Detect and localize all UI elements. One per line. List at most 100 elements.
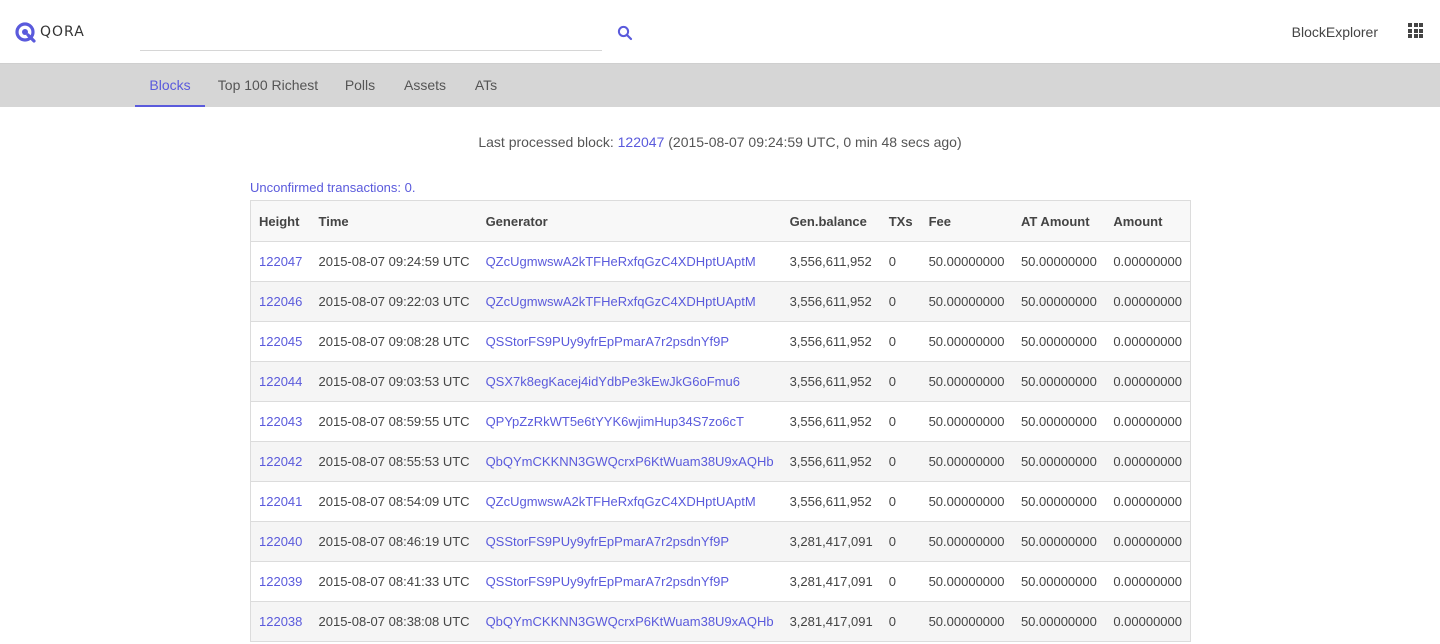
cell-gen-balance: 3,556,611,952 [781, 281, 881, 322]
cell-fee: 50.00000000 [920, 361, 1013, 402]
cell-height: 122038 [249, 601, 311, 642]
last-block-link[interactable]: 122047 [618, 134, 665, 150]
cell-fee: 50.00000000 [920, 241, 1013, 282]
search-input[interactable] [140, 16, 602, 50]
tab-ats[interactable]: ATs [466, 64, 506, 107]
cell-generator: QZcUgmwswA2kTFHeRxfqGzC4XDHptUAptM [477, 241, 782, 282]
generator-address-link[interactable]: QSX7k8egKacej4idYdbPe3kEwJkG6oFmu6 [486, 374, 740, 389]
cell-at-amount: 50.00000000 [1012, 361, 1106, 402]
search-field-wrapper [140, 16, 602, 51]
generator-address-link[interactable]: QbQYmCKKNN3GWQcrxP6KtWuam38U9xAQHb [486, 614, 774, 629]
generator-address-link[interactable]: QSStorFS9PUy9yfrEpPmarA7r2psdnYf9P [486, 534, 730, 549]
cell-height: 122044 [249, 361, 311, 402]
cell-height: 122040 [249, 521, 311, 562]
cell-height: 122041 [249, 481, 311, 522]
cell-generator: QSX7k8egKacej4idYdbPe3kEwJkG6oFmu6 [477, 361, 782, 402]
tab-top-100-richest[interactable]: Top 100 Richest [211, 64, 325, 107]
tab-assets[interactable]: Assets [396, 64, 454, 107]
table-row: 122047 2015-08-07 09:24:59 UTC QZcUgmwswA2… [249, 241, 1192, 282]
tab-polls[interactable]: Polls [335, 64, 385, 107]
cell-height: 122042 [249, 441, 311, 482]
cell-txs: 0 [880, 401, 921, 442]
cell-time: 2015-08-07 09:24:59 UTC [310, 241, 478, 282]
cell-time: 2015-08-07 08:59:55 UTC [310, 401, 478, 442]
block-explorer-link[interactable]: BlockExplorer [1292, 24, 1378, 40]
apps-grid-icon[interactable] [1408, 23, 1423, 38]
cell-txs: 0 [880, 361, 921, 402]
table-row: 122040 2015-08-07 08:46:19 UTC QSStorFS9PU… [249, 521, 1192, 562]
generator-address-link[interactable]: QZcUgmwswA2kTFHeRxfqGzC4XDHptUAptM [486, 254, 756, 269]
status-suffix: (2015-08-07 09:24:59 UTC, 0 min 48 secs … [664, 134, 962, 150]
cell-fee: 50.00000000 [920, 321, 1013, 362]
cell-amount: 0.00000000 [1105, 401, 1192, 442]
cell-time: 2015-08-07 09:03:53 UTC [310, 361, 478, 402]
block-height-link[interactable]: 122043 [259, 414, 302, 429]
cell-fee: 50.00000000 [920, 481, 1013, 522]
cell-gen-balance: 3,556,611,952 [781, 361, 881, 402]
block-height-link[interactable]: 122042 [259, 454, 302, 469]
cell-txs: 0 [880, 601, 921, 642]
cell-gen-balance: 3,556,611,952 [781, 441, 881, 482]
cell-amount: 0.00000000 [1105, 561, 1192, 602]
table-row: 122044 2015-08-07 09:03:53 UTC QSX7k8egKac… [249, 361, 1192, 402]
blocks-table: Height Time Generator Gen.balance TXs Fe… [249, 200, 1192, 642]
block-height-link[interactable]: 122039 [259, 574, 302, 589]
cell-txs: 0 [880, 321, 921, 362]
col-generator: Generator [477, 200, 782, 242]
tab-blocks[interactable]: Blocks [135, 64, 205, 107]
cell-amount: 0.00000000 [1105, 481, 1192, 522]
table-row: 122043 2015-08-07 08:59:55 UTC QPYpZzRkWT5… [249, 401, 1192, 442]
cell-generator: QPYpZzRkWT5e6tYYK6wjimHup34S7zo6cT [477, 401, 782, 442]
generator-address-link[interactable]: QZcUgmwswA2kTFHeRxfqGzC4XDHptUAptM [486, 294, 756, 309]
block-height-link[interactable]: 122046 [259, 294, 302, 309]
cell-txs: 0 [880, 241, 921, 282]
col-height: Height [249, 200, 311, 242]
cell-at-amount: 50.00000000 [1012, 481, 1106, 522]
block-height-link[interactable]: 122047 [259, 254, 302, 269]
cell-generator: QbQYmCKKNN3GWQcrxP6KtWuam38U9xAQHb [477, 601, 782, 642]
block-height-link[interactable]: 122045 [259, 334, 302, 349]
table-header-row: Height Time Generator Gen.balance TXs Fe… [249, 200, 1192, 242]
search-icon[interactable] [616, 24, 634, 42]
cell-txs: 0 [880, 561, 921, 602]
generator-address-link[interactable]: QbQYmCKKNN3GWQcrxP6KtWuam38U9xAQHb [486, 454, 774, 469]
cell-height: 122046 [249, 281, 311, 322]
cell-gen-balance: 3,556,611,952 [781, 481, 881, 522]
cell-at-amount: 50.00000000 [1012, 401, 1106, 442]
cell-generator: QbQYmCKKNN3GWQcrxP6KtWuam38U9xAQHb [477, 441, 782, 482]
cell-height: 122047 [249, 241, 311, 282]
cell-amount: 0.00000000 [1105, 281, 1192, 322]
generator-address-link[interactable]: QSStorFS9PUy9yfrEpPmarA7r2psdnYf9P [486, 574, 730, 589]
cell-generator: QSStorFS9PUy9yfrEpPmarA7r2psdnYf9P [477, 321, 782, 362]
table-row: 122039 2015-08-07 08:41:33 UTC QSStorFS9PU… [249, 561, 1192, 602]
table-row: 122038 2015-08-07 08:38:08 UTC QbQYmCKKNN3… [249, 601, 1192, 642]
col-amount: Amount [1105, 200, 1192, 242]
cell-txs: 0 [880, 281, 921, 322]
generator-address-link[interactable]: QPYpZzRkWT5e6tYYK6wjimHup34S7zo6cT [486, 414, 744, 429]
block-height-link[interactable]: 122040 [259, 534, 302, 549]
block-height-link[interactable]: 122038 [259, 614, 302, 629]
cell-fee: 50.00000000 [920, 521, 1013, 562]
cell-at-amount: 50.00000000 [1012, 561, 1106, 602]
cell-time: 2015-08-07 08:54:09 UTC [310, 481, 478, 522]
cell-time: 2015-08-07 08:46:19 UTC [310, 521, 478, 562]
unconfirmed-transactions-link[interactable]: Unconfirmed transactions: 0. [250, 180, 415, 195]
generator-address-link[interactable]: QSStorFS9PUy9yfrEpPmarA7r2psdnYf9P [486, 334, 730, 349]
cell-at-amount: 50.00000000 [1012, 441, 1106, 482]
cell-gen-balance: 3,556,611,952 [781, 241, 881, 282]
generator-address-link[interactable]: QZcUgmwswA2kTFHeRxfqGzC4XDHptUAptM [486, 494, 756, 509]
cell-fee: 50.00000000 [920, 441, 1013, 482]
cell-time: 2015-08-07 09:22:03 UTC [310, 281, 478, 322]
cell-fee: 50.00000000 [920, 401, 1013, 442]
block-height-link[interactable]: 122044 [259, 374, 302, 389]
tab-bar: Blocks Top 100 Richest Polls Assets ATs [0, 64, 1440, 107]
qora-logo[interactable]: QORA [14, 21, 85, 43]
table-row: 122045 2015-08-07 09:08:28 UTC QSStorFS9PU… [249, 321, 1192, 362]
cell-time: 2015-08-07 08:38:08 UTC [310, 601, 478, 642]
cell-time: 2015-08-07 09:08:28 UTC [310, 321, 478, 362]
cell-height: 122039 [249, 561, 311, 602]
col-at-amount: AT Amount [1012, 200, 1106, 242]
cell-generator: QSStorFS9PUy9yfrEpPmarA7r2psdnYf9P [477, 561, 782, 602]
cell-gen-balance: 3,281,417,091 [781, 561, 881, 602]
block-height-link[interactable]: 122041 [259, 494, 302, 509]
